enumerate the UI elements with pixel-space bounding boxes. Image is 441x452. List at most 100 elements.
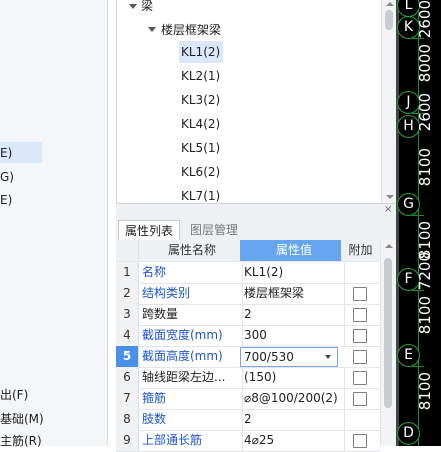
row-number: 4 (116, 325, 139, 346)
component-tree: 梁 楼层框架梁 KL1(2) KL2(1) KL3(2) KL4(2) KL5(… (116, 0, 398, 204)
tree-item[interactable]: KL3(2) (181, 93, 220, 107)
property-value[interactable]: 2 (240, 409, 345, 430)
tree-root-label[interactable]: 梁 (141, 0, 153, 14)
row-number: 3 (116, 304, 139, 325)
add-checkbox[interactable] (353, 287, 367, 301)
add-cell (341, 388, 380, 409)
scroll-up-icon[interactable] (386, 2, 394, 6)
dimension-label: 7200 (416, 252, 434, 291)
axis-label: G (397, 193, 420, 216)
tree-item[interactable]: KL1(2) (181, 45, 220, 59)
property-name: 结构类别 (139, 283, 243, 304)
tree-item[interactable]: KL2(1) (181, 69, 220, 83)
grid-scrollbar[interactable] (380, 240, 396, 446)
add-checkbox[interactable] (353, 308, 367, 322)
scroll-down-icon[interactable] (386, 195, 394, 199)
property-value[interactable]: KL1(2) (240, 262, 345, 283)
table-row[interactable]: 9 上部通长筋 4⌀25 (116, 430, 380, 452)
grid-header-number (116, 240, 139, 261)
axis-label: D (397, 422, 420, 445)
add-cell (341, 283, 380, 304)
grid-scroll-thumb[interactable] (384, 258, 392, 408)
table-row[interactable]: 4 截面宽度(mm) 300 (116, 325, 380, 347)
property-value[interactable]: 4⌀25 (240, 430, 345, 451)
table-row[interactable]: 5 截面高度(mm) 700/530 (116, 346, 380, 368)
row-number: 2 (116, 283, 139, 304)
left-panel-item[interactable]: E) (0, 146, 12, 160)
expand-arrow-icon[interactable] (129, 4, 137, 9)
property-name: 名称 (139, 262, 243, 283)
tree-scrollbar[interactable] (381, 0, 397, 203)
axis-tick (412, 215, 424, 216)
left-panel-item[interactable]: G) (0, 170, 14, 184)
row-number: 5 (116, 346, 139, 367)
tree-scroll-thumb[interactable] (385, 10, 393, 30)
property-name: 跨数量 (139, 304, 243, 325)
row-number: 1 (116, 262, 139, 283)
grid-header-add: 附加 (341, 240, 380, 261)
tree-group-label[interactable]: 楼层框架梁 (161, 21, 221, 38)
left-panel: E) G) E) 出(F) 基础(M) 主筋(R) (0, 0, 108, 449)
tree-item[interactable]: KL4(2) (181, 117, 220, 131)
property-name: 肢数 (139, 409, 243, 430)
table-row[interactable]: 7 箍筋 ⌀8@100/200(2) (116, 388, 380, 410)
add-checkbox[interactable] (353, 392, 367, 406)
add-cell (341, 262, 380, 283)
chevron-down-icon[interactable] (325, 355, 331, 359)
add-cell (341, 304, 380, 325)
tab-property-list[interactable]: 属性列表 (118, 220, 181, 241)
table-row[interactable]: 2 结构类别 楼层框架梁 (116, 283, 380, 305)
table-row[interactable]: 1 名称 KL1(2) (116, 262, 380, 284)
tab-layer-manager[interactable]: 图层管理 (184, 220, 244, 240)
add-checkbox[interactable] (353, 371, 367, 385)
table-row[interactable]: 8 肢数 2 (116, 409, 380, 431)
property-name: 箍筋 (139, 388, 243, 409)
property-value[interactable]: 楼层框架梁 (240, 283, 345, 304)
axis-tick (412, 38, 424, 39)
property-name: 上部通长筋 (139, 430, 243, 451)
expand-arrow-icon[interactable] (148, 27, 156, 32)
dimension-label: 8100 (416, 372, 434, 411)
tree-item[interactable]: KL5(1) (181, 141, 220, 155)
value-editor-text[interactable]: 700/530 (244, 348, 294, 366)
left-panel-item[interactable]: E) (0, 193, 12, 207)
row-number: 8 (116, 409, 139, 430)
dimension-label: 8100 (416, 296, 434, 335)
row-number: 6 (116, 367, 139, 388)
property-value[interactable]: 300 (240, 325, 345, 346)
axis-tick (412, 366, 424, 367)
property-name: 截面宽度(mm) (139, 325, 243, 346)
table-row[interactable]: 6 轴线距梁左边... (150) (116, 367, 380, 389)
property-name: 截面高度(mm) (139, 346, 243, 367)
canvas-edge (396, 0, 399, 446)
add-cell (341, 367, 380, 388)
scroll-up-icon[interactable] (385, 244, 393, 248)
property-value[interactable]: (150) (240, 367, 345, 388)
axis-tick (412, 290, 424, 291)
left-panel-item[interactable]: 出(F) (0, 386, 28, 403)
add-cell (341, 346, 380, 367)
dimension-label: 8000 (416, 44, 434, 83)
add-cell (341, 325, 380, 346)
left-panel-item[interactable]: 基础(M) (0, 410, 44, 427)
property-value[interactable]: 2 (240, 304, 345, 325)
dimension-label: 2600 (416, 0, 434, 39)
tree-item[interactable]: KL7(1) (181, 189, 220, 203)
panel-splitter[interactable] (116, 204, 396, 218)
axis-label: E (397, 344, 420, 367)
row-number: 7 (116, 388, 139, 409)
table-row[interactable]: 3 跨数量 2 (116, 304, 380, 326)
row-number: 9 (116, 430, 139, 451)
grid-header-value: 属性值 (240, 240, 345, 261)
add-cell (341, 430, 380, 451)
left-panel-item[interactable]: 主筋(R) (0, 432, 42, 449)
cad-canvas[interactable]: L K J H G F E D 2600 8000 2600 8100 8100… (396, 0, 441, 446)
value-editor-dropdown[interactable]: 700/530 (240, 347, 338, 367)
add-checkbox[interactable] (353, 329, 367, 343)
property-value[interactable]: ⌀8@100/200(2) (240, 388, 345, 409)
close-icon[interactable]: × (384, 204, 392, 215)
grid-header-row: 属性名称 属性值 附加 (116, 240, 380, 262)
add-checkbox[interactable] (353, 350, 367, 364)
axis-tick (412, 113, 424, 114)
tree-item[interactable]: KL6(2) (181, 165, 220, 179)
